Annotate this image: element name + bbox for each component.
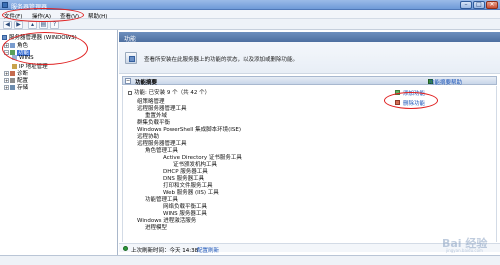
tree-label-storage: 存储: [17, 85, 29, 91]
collapse-icon[interactable]: −: [4, 50, 9, 55]
show-hide-tree-icon[interactable]: ▤: [39, 20, 48, 29]
features-list: 功能: 已安装 9 个（共 42 个） 组策略管理 远程服务器管理工具 重置外域…: [122, 86, 497, 242]
close-button[interactable]: ✕: [486, 1, 498, 9]
wins-icon: [12, 55, 17, 60]
features-summary-header: − 功能摘要 功能摘要帮助: [122, 76, 497, 86]
installed-count-text: 功能: 已安装 9 个（共 42 个）: [134, 90, 211, 96]
last-refresh-text: 上次刷新时间：今天 14:38: [131, 247, 199, 254]
minimize-button[interactable]: –: [460, 1, 472, 9]
intro-area: 查看所安装在此服务器上的功能的状态，以及添加或删除功能。: [119, 42, 500, 74]
content-header: 功能: [119, 32, 500, 43]
tree-node-features[interactable]: − 功能: [4, 48, 31, 56]
forward-icon[interactable]: ▶: [14, 20, 23, 29]
add-features-icon: [395, 90, 400, 95]
tree-root[interactable]: 服务器管理器 (WINDOWS): [2, 33, 77, 41]
tree-node-diagnostics[interactable]: + 诊断: [4, 69, 28, 77]
installed-count: 功能: 已安装 9 个（共 42 个）: [128, 88, 210, 96]
menu-bar: 文件(F) 操作(A) 查看(V) 帮助(H): [0, 10, 500, 20]
tree-node-configuration[interactable]: + 配置: [4, 76, 28, 84]
tree-node-roles[interactable]: + 角色: [4, 41, 28, 49]
title-bar: 服务器管理器 – □ ✕: [0, 0, 500, 11]
navigation-tree: 服务器管理器 (WINDOWS) + 角色 − 功能 WINS IP 地址管理 + 诊…: [0, 30, 118, 255]
up-icon[interactable]: ▴: [28, 20, 37, 29]
server-icon: [2, 35, 7, 40]
status-bar: [0, 255, 500, 265]
tree-node-storage[interactable]: + 存储: [4, 83, 29, 91]
maximize-button[interactable]: □: [473, 1, 485, 9]
collapse-icon[interactable]: [128, 90, 132, 95]
toolbar: ◀ ▶ ▴ ▤ ?: [0, 19, 500, 30]
configure-refresh-link[interactable]: 配置刷新: [197, 246, 219, 254]
remove-features-icon: [395, 100, 400, 105]
help-icon[interactable]: ?: [50, 20, 59, 29]
collapse-section-icon[interactable]: −: [125, 78, 131, 84]
section-title: 功能摘要: [135, 80, 158, 86]
refresh-icon: [123, 245, 128, 251]
tree-node-ipam[interactable]: IP 地址管理: [12, 62, 48, 70]
features-large-icon: [125, 52, 137, 64]
feature-item: 进程模型: [145, 225, 168, 231]
storage-icon: [10, 85, 15, 90]
expand-icon[interactable]: +: [4, 85, 9, 90]
watermark-url: jingyan.baidu.com: [446, 248, 483, 253]
content-pane: 功能 查看所安装在此服务器上的功能的状态，以及添加或删除功能。 − 功能摘要 功…: [119, 30, 500, 255]
back-icon[interactable]: ◀: [3, 20, 12, 29]
server-manager-icon: [2, 2, 8, 8]
intro-text: 查看所安装在此服务器上的功能的状态，以及添加或删除功能。: [144, 57, 299, 63]
baidu-watermark: Bai 经验 jingyan.baidu.com: [424, 232, 494, 256]
tree-node-wins[interactable]: WINS: [12, 55, 34, 62]
remove-features-link[interactable]: 删除功能: [403, 99, 425, 107]
add-features-link[interactable]: 添加功能: [403, 89, 425, 97]
tree-label-wins: WINS: [19, 55, 34, 61]
features-help-link[interactable]: 功能摘要帮助: [429, 78, 462, 86]
